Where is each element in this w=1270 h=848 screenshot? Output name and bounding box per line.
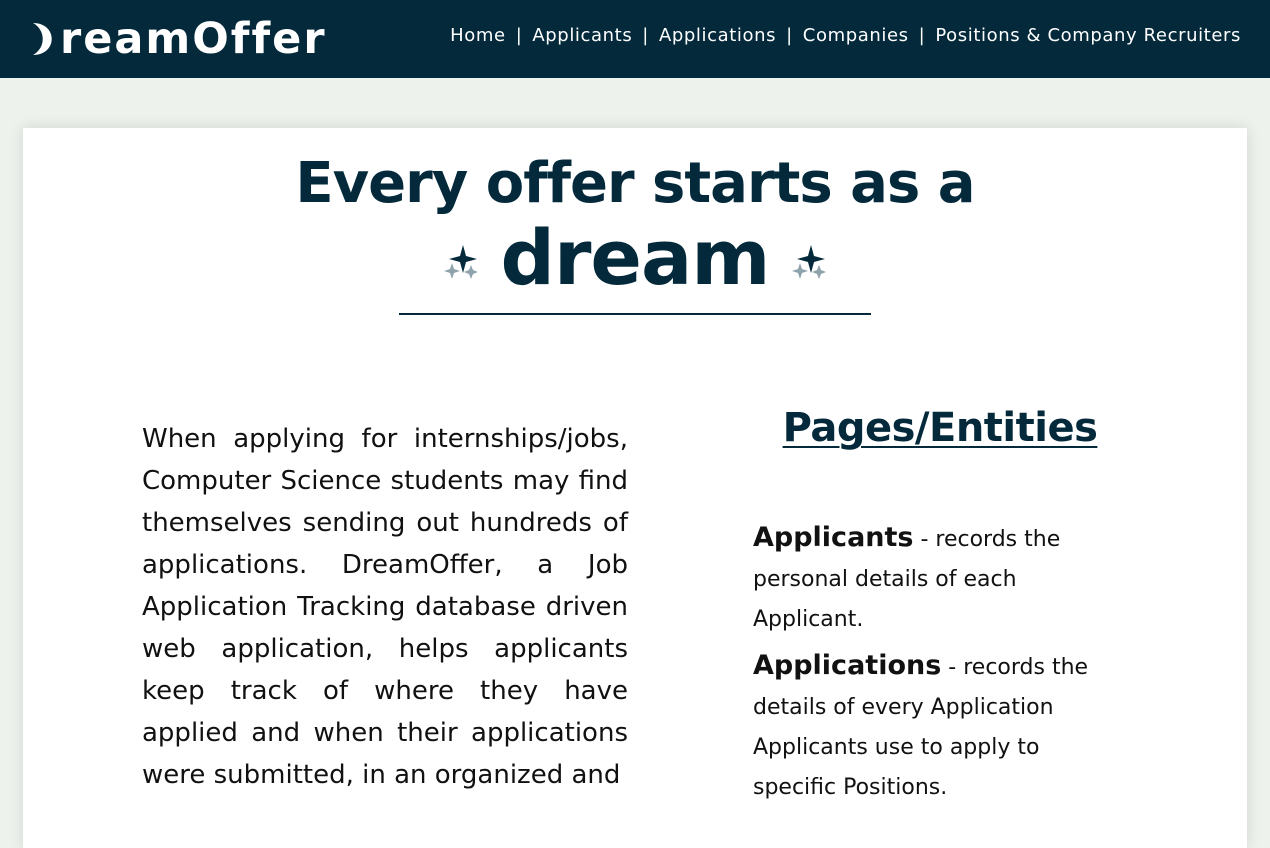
nav-separator: |	[642, 25, 649, 46]
sparkles-icon	[443, 245, 478, 279]
entity-name: Applicants	[753, 522, 914, 553]
sparkles-icon	[792, 245, 827, 279]
hero-dream-line: dream	[23, 216, 1247, 300]
logo-text: reamOffer	[60, 14, 327, 64]
logo[interactable]: reamOffer	[28, 14, 327, 64]
nav-separator: |	[918, 25, 926, 46]
content-card: Every offer starts as a dream When apply…	[23, 128, 1247, 848]
entity-name: Applications	[753, 650, 942, 681]
nav-home-link[interactable]: Home	[450, 25, 506, 46]
entity-applications: Applications - records the details of ev…	[753, 646, 1093, 808]
nav-positions-link[interactable]: Positions & Company Recruiters	[935, 25, 1241, 46]
main-nav: Home | Applicants | Applications | Compa…	[450, 25, 1241, 46]
hero-headline: Every offer starts as a	[295, 151, 975, 216]
nav-separator: |	[786, 25, 793, 46]
top-navbar: reamOffer Home | Applicants | Applicatio…	[0, 0, 1270, 78]
intro-paragraph: When applying for internships/jobs, Comp…	[142, 424, 628, 790]
nav-separator: |	[515, 25, 523, 46]
nav-applicants-link[interactable]: Applicants	[532, 25, 632, 46]
hero-dream-word: dream	[500, 213, 771, 302]
entities-heading: Pages/Entities	[782, 405, 1098, 451]
nav-applications-link[interactable]: Applications	[659, 25, 776, 46]
nav-companies-link[interactable]: Companies	[803, 25, 909, 46]
headline-divider	[399, 313, 871, 315]
moon-icon	[33, 23, 52, 55]
entity-applicants: Applicants - records the personal detail…	[753, 518, 1093, 640]
